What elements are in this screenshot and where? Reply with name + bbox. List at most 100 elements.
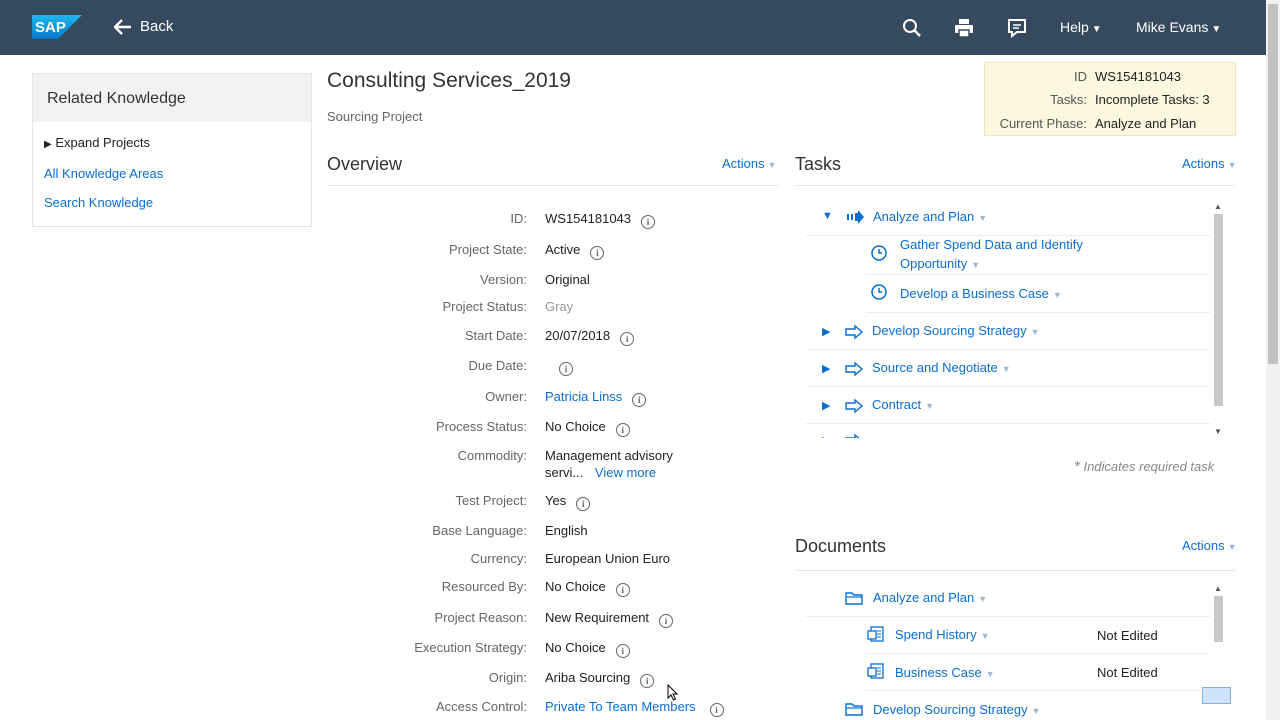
related-knowledge-panel: Related Knowledge ▶ Expand Projects All …	[32, 73, 312, 227]
document-status: Not Edited	[1097, 628, 1158, 643]
info-icon[interactable]: i	[640, 674, 655, 688]
info-icon[interactable]: i	[590, 246, 605, 260]
scroll-down-icon[interactable]: ▼	[1214, 427, 1222, 436]
task-phase-link: Contract ▼	[872, 397, 935, 412]
chevron-down-icon[interactable]: ▼	[925, 401, 934, 411]
back-button[interactable]: Back	[114, 18, 173, 35]
triangle-right-icon[interactable]: ▶	[822, 434, 830, 438]
triangle-down-icon[interactable]: ▼	[822, 210, 833, 222]
tasks-scrollbar-thumb[interactable]	[1214, 214, 1223, 406]
triangle-right-icon[interactable]: ▶	[822, 362, 830, 375]
tasks-actions-label: Actions	[1182, 156, 1225, 171]
field-value: 20/07/2018 i	[545, 328, 635, 346]
info-icon[interactable]: i	[576, 497, 591, 511]
chevron-down-icon: ▼	[1211, 24, 1222, 35]
info-icon[interactable]: i	[659, 614, 674, 628]
field-value: New Requirement i	[545, 610, 674, 628]
task-row: Gather Spend Data and Identify Opportuni…	[866, 236, 1210, 275]
field-value-continued: servi... View more	[545, 465, 657, 480]
info-icon[interactable]: i	[559, 362, 573, 376]
summary-phase-label: Current Phase:	[999, 116, 1087, 131]
field-value: Ariba Sourcing i	[545, 670, 655, 688]
access-control-link[interactable]: Private To Team Members	[545, 699, 696, 714]
tasks-scrollbar[interactable]: ▲ ▼	[1212, 198, 1224, 438]
field-label: Start Date:	[464, 328, 527, 343]
search-icon[interactable]	[901, 17, 923, 39]
tasks-list: ▼ Analyze and Plan ▼ Gather Spend Data an…	[806, 198, 1224, 438]
info-icon[interactable]: i	[641, 215, 656, 229]
field-label: Due Date:	[468, 358, 527, 373]
info-icon[interactable]: i	[615, 644, 630, 658]
chevron-down-icon[interactable]: ▼	[971, 260, 980, 270]
task-link[interactable]: Gather Spend Data and Identify	[900, 237, 1083, 252]
notifications-icon[interactable]	[1006, 17, 1028, 39]
folder-icon	[845, 592, 863, 605]
user-menu[interactable]: Mike Evans ▼	[1136, 19, 1221, 35]
field-label: Project Reason:	[434, 610, 528, 625]
field-value: Gray	[545, 299, 574, 314]
summary-phase-value: Analyze and Plan	[1095, 116, 1197, 131]
task-phase-link: Develop Sourcing Strategy ▼	[872, 323, 1040, 338]
chevron-down-icon[interactable]: ▼	[981, 631, 990, 641]
print-icon[interactable]	[953, 17, 975, 39]
task-phase-link: Analyze and Plan ▼	[873, 209, 988, 224]
owner-link[interactable]: Patricia Linss	[545, 389, 622, 404]
search-knowledge-link[interactable]: Search Knowledge	[44, 195, 153, 210]
document-link: Spend History ▼	[895, 627, 990, 642]
documents-scrollbar-thumb[interactable]	[1214, 596, 1223, 642]
chevron-down-icon[interactable]: ▼	[1002, 364, 1011, 374]
documents-actions-label: Actions	[1182, 538, 1225, 553]
required-note-text: Indicates required task	[1083, 459, 1215, 474]
sap-logo[interactable]: SAP	[32, 15, 82, 39]
documents-actions-menu[interactable]: Actions ▼	[1182, 538, 1237, 553]
info-icon[interactable]: i	[709, 703, 724, 717]
chevron-down-icon[interactable]: ▼	[978, 594, 987, 604]
triangle-right-icon[interactable]: ▶	[822, 399, 830, 412]
field-commodity: Commodity: Management advisory servi... …	[327, 448, 777, 482]
field-label: Resourced By:	[441, 579, 527, 594]
field-label: Project State:	[448, 242, 527, 257]
field-label: Execution Strategy:	[414, 640, 527, 655]
overview-title: Overview	[327, 154, 403, 174]
triangle-right-icon[interactable]: ▶	[822, 325, 830, 338]
page-scrollbar[interactable]	[1266, 0, 1280, 720]
page-scrollbar-thumb[interactable]	[1268, 4, 1278, 364]
view-more-link[interactable]: View more	[595, 465, 656, 480]
expand-projects-toggle[interactable]: ▶ Expand Projects	[44, 135, 150, 150]
page-title: Consulting Services_2019	[327, 69, 571, 92]
chevron-down-icon[interactable]: ▼	[1032, 706, 1041, 716]
field-value: i	[545, 358, 573, 376]
scroll-up-icon[interactable]: ▲	[1214, 202, 1222, 211]
svg-text:SAP: SAP	[35, 19, 66, 36]
chevron-down-icon[interactable]: ▼	[1053, 290, 1062, 300]
overview-actions-label: Actions	[722, 156, 765, 171]
info-icon[interactable]: i	[615, 583, 630, 597]
field-label: Currency:	[470, 551, 527, 566]
info-icon[interactable]: i	[620, 332, 635, 346]
currency-link[interactable]: European Union Euro	[545, 551, 670, 566]
info-icon[interactable]: i	[615, 423, 630, 437]
task-row: Develop a Business Case ▼	[866, 275, 1210, 313]
expand-projects-label: Expand Projects	[55, 135, 150, 150]
chevron-down-icon[interactable]: ▼	[1031, 327, 1040, 337]
project-summary-box: ID WS154181043 Tasks: Incomplete Tasks: 3 …	[984, 62, 1236, 136]
chevron-down-icon[interactable]: ▼	[986, 669, 995, 679]
summary-tasks-label: Tasks:	[1050, 92, 1087, 107]
info-icon[interactable]: i	[632, 393, 647, 407]
tasks-actions-menu[interactable]: Actions ▼	[1182, 156, 1237, 171]
field-value: Management advisory	[545, 448, 673, 463]
field-value: No Choice i	[545, 640, 630, 658]
chevron-down-icon[interactable]: ▼	[978, 213, 987, 223]
field-label: Base Language:	[432, 523, 527, 538]
field-label: Access Control:	[435, 699, 527, 714]
help-menu[interactable]: Help ▼	[1060, 19, 1102, 35]
all-knowledge-areas-link[interactable]: All Knowledge Areas	[44, 166, 163, 181]
mouse-cursor-icon	[667, 684, 678, 701]
arrow-right-icon	[845, 361, 864, 377]
scroll-up-icon[interactable]: ▲	[1214, 584, 1222, 593]
selection-highlight	[1202, 687, 1231, 704]
field-value: Active i	[545, 242, 605, 260]
field-value: Patricia Linss i	[545, 389, 647, 407]
overview-actions-menu[interactable]: Actions ▼	[722, 156, 777, 171]
task-phase-row: ▶ Source and Negotiate ▼	[806, 350, 1210, 387]
